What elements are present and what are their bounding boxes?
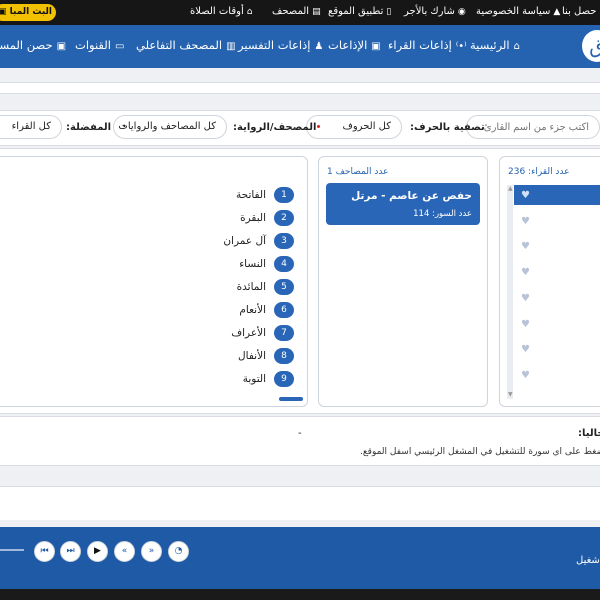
favorite-heart-icon[interactable]: ♥ bbox=[521, 319, 530, 330]
chevron-down-icon bbox=[317, 116, 320, 138]
next-track-button[interactable]: ⏭ bbox=[60, 541, 81, 562]
mushaf-link[interactable]: ▤المصحف bbox=[272, 6, 321, 17]
reciters-scrollbar[interactable] bbox=[507, 185, 513, 399]
info-separator: - bbox=[298, 428, 302, 439]
scroll-up-icon[interactable]: ▲ bbox=[508, 185, 513, 192]
mushaf-icon: ▤ bbox=[312, 7, 321, 17]
timer-icon: ◔ bbox=[174, 546, 183, 556]
progress-track[interactable] bbox=[0, 549, 24, 551]
prayer-times-link[interactable]: ⌂أوقات الصلاة bbox=[190, 6, 252, 17]
favorite-heart-icon[interactable]: ♥ bbox=[521, 190, 530, 201]
play-button[interactable]: ▶ bbox=[87, 541, 108, 562]
main-navbar: ▣حصن المسا ▭القنوات ▥المصحف التفاعلي ♟إذ… bbox=[0, 25, 600, 68]
surah-item[interactable]: 4النساء bbox=[239, 256, 294, 274]
mushaf-card-title: حفص عن عاصم - مرتل bbox=[351, 190, 472, 202]
favorites-filter-label: المفضلة: bbox=[66, 122, 112, 133]
contact-link[interactable]: ✉حصل بنا bbox=[562, 6, 600, 17]
info-strip bbox=[0, 416, 600, 466]
favorites-filter-select[interactable]: كل القراء bbox=[0, 115, 62, 139]
radio-icon: ▣ bbox=[0, 7, 7, 17]
previous-track-button[interactable]: ⏮ bbox=[34, 541, 55, 562]
lock-icon: ▲ bbox=[553, 7, 561, 17]
letter-filter-label: تصفية بالحرف: bbox=[410, 122, 485, 133]
surah-scroll-indicator[interactable] bbox=[279, 397, 303, 401]
share-link[interactable]: ◉شارك بالأجر bbox=[404, 6, 466, 17]
surah-item[interactable]: 3آل عمران bbox=[223, 233, 294, 251]
rewind-button[interactable]: « bbox=[114, 541, 135, 562]
skip-forward-icon: ⏭ bbox=[66, 546, 75, 556]
book-icon: ▥ bbox=[226, 41, 236, 52]
nav-tafsir-radios[interactable]: ♟إذاعات التفسير bbox=[238, 38, 323, 52]
mushaf-filter-select[interactable]: كل المصاحف والروايات • bbox=[113, 115, 227, 139]
tv-icon: ▭ bbox=[114, 41, 125, 52]
instruction-text: ثم اضغط على اي سورة للتشغيل في المشغل ال… bbox=[360, 447, 600, 457]
chevron-down-icon: • bbox=[122, 122, 127, 131]
surah-item[interactable]: 8الأنفال bbox=[238, 348, 294, 366]
nav-reciter-radios[interactable]: ⁽•⁾إذاعات القراء bbox=[388, 38, 467, 52]
privacy-link[interactable]: ▲سياسة الخصوصية bbox=[476, 6, 560, 17]
speed-button[interactable]: ◔ bbox=[168, 541, 189, 562]
favorites-filter-value: كل القراء bbox=[11, 121, 51, 132]
live-broadcast-label: البث المبا bbox=[9, 7, 52, 17]
now-playing-label: حاليا: bbox=[578, 428, 600, 439]
nav-interactive-mushaf[interactable]: ▥المصحف التفاعلي bbox=[136, 38, 236, 52]
rewind-icon: « bbox=[121, 546, 128, 556]
letter-filter-select[interactable]: كل الحروف bbox=[306, 115, 402, 139]
favorite-heart-icon[interactable]: ♥ bbox=[521, 370, 530, 381]
favorite-heart-icon[interactable]: ♥ bbox=[521, 216, 530, 227]
letter-filter-value: كل الحروف bbox=[342, 121, 391, 132]
forward-button[interactable]: » bbox=[141, 541, 162, 562]
mushaf-card[interactable]: حفص عن عاصم - مرتل عدد السور: 114 bbox=[326, 183, 480, 225]
home-icon: ⌂ bbox=[513, 41, 520, 52]
surah-item[interactable]: 5المائدة bbox=[237, 279, 294, 297]
share-icon: ◉ bbox=[457, 7, 466, 17]
fortress-icon: ▣ bbox=[56, 41, 67, 52]
mushaf-filter-label: المصحف/الرواية: bbox=[233, 122, 317, 133]
nav-radios[interactable]: ▣الإذاعات bbox=[328, 38, 381, 52]
mushaf-card-subtitle: عدد السور: 114 bbox=[413, 209, 472, 219]
favorite-heart-icon[interactable]: ♥ bbox=[521, 267, 530, 278]
reciters-count: عدد القراء: 236 bbox=[508, 167, 570, 177]
breadcrumb-strip bbox=[0, 82, 600, 94]
play-icon: ▶ bbox=[94, 546, 101, 556]
nav-channels[interactable]: ▭القنوات bbox=[75, 38, 124, 52]
people-icon: ♟ bbox=[314, 41, 324, 52]
spacer-strip bbox=[0, 486, 600, 520]
radio-icon: ▣ bbox=[371, 41, 381, 52]
live-broadcast-button[interactable]: البث المبا ▣ bbox=[0, 4, 56, 21]
nav-home[interactable]: ⌂الرئيسية bbox=[470, 38, 520, 52]
app-link[interactable]: ▯تطبيق الموقع bbox=[328, 6, 391, 17]
surah-item[interactable]: 2البقرة bbox=[240, 210, 294, 228]
reciters-panel: عدد القراء: 236 ▲ ▼ ♥ ♥ ♥ ♥ ♥ ♥ ♥ ♥ bbox=[499, 156, 600, 407]
scroll-down-icon[interactable]: ▼ bbox=[508, 391, 513, 398]
surah-item[interactable]: 7الأعراف bbox=[231, 325, 294, 343]
mushaf-filter-value: كل المصاحف والروايات bbox=[118, 121, 216, 132]
skip-back-icon: ⏮ bbox=[40, 546, 49, 556]
broadcast-icon: ⁽•⁾ bbox=[455, 41, 467, 52]
surah-item[interactable]: 6الأنعام bbox=[239, 302, 294, 320]
bottom-bar bbox=[0, 589, 600, 600]
player-status: شغيل bbox=[576, 555, 600, 566]
app-icon: ▯ bbox=[386, 7, 392, 17]
mosque-icon: ⌂ bbox=[246, 7, 253, 17]
favorite-heart-icon[interactable]: ♥ bbox=[521, 293, 530, 304]
reciter-search-input[interactable] bbox=[466, 115, 600, 139]
audio-player: ⏮ ⏭ ▶ « » ◔ شغيل bbox=[0, 527, 600, 589]
surah-item[interactable]: 9التوبة bbox=[243, 371, 294, 389]
top-bar: البث المبا ▣ ⌂أوقات الصلاة ▤المصحف ▯تطبي… bbox=[0, 0, 600, 25]
forward-icon: » bbox=[148, 546, 155, 556]
favorite-heart-icon[interactable]: ♥ bbox=[521, 241, 530, 252]
favorite-heart-icon[interactable]: ♥ bbox=[521, 344, 530, 355]
mushaf-count: عدد المصاحف 1 bbox=[327, 167, 389, 177]
surah-item[interactable]: 1الفاتحة bbox=[236, 187, 294, 205]
nav-hisn[interactable]: ▣حصن المسا bbox=[0, 38, 66, 52]
